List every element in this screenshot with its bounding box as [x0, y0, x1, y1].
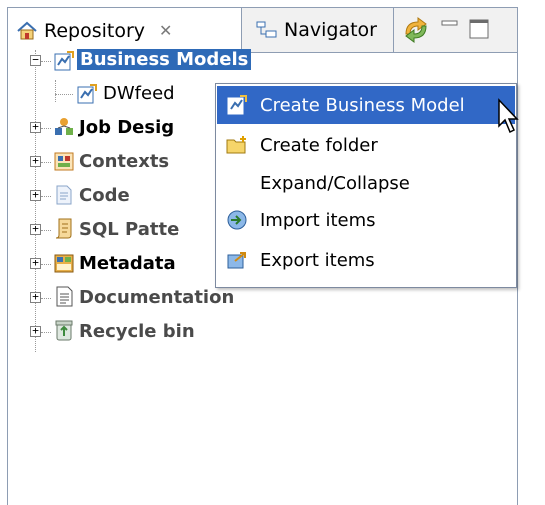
code-file-icon — [56, 185, 72, 205]
expand-toggle[interactable]: + — [30, 325, 41, 337]
tree-label-job-designs: Job Desig — [79, 117, 175, 138]
tab-navigator-label: Navigator — [284, 19, 377, 41]
menu-item-create-business-model[interactable]: Create Business Model — [217, 86, 515, 124]
tree-label-code: Code — [79, 185, 130, 206]
expand-toggle[interactable]: + — [30, 223, 41, 235]
expand-toggle[interactable]: + — [30, 155, 41, 167]
job-designs-icon — [55, 118, 73, 135]
view-toolbar — [400, 8, 492, 52]
close-icon[interactable]: ✕ — [159, 21, 172, 40]
tab-navigator[interactable]: Navigator — [242, 8, 394, 52]
recycle-bin-icon — [55, 320, 73, 341]
tree-connector-child — [55, 80, 56, 102]
menu-item-import-items[interactable]: Import items — [217, 201, 515, 239]
menu-label-export-items: Export items — [260, 249, 375, 271]
tree-label-dwfeed: DWfeed — [103, 83, 175, 104]
menu-item-create-folder[interactable]: Create folder — [217, 126, 515, 164]
view-tab-bar: Repository ✕ Navigator — [8, 8, 517, 53]
tab-repository-label: Repository — [44, 19, 146, 42]
documentation-icon — [56, 286, 73, 307]
import-icon — [227, 210, 247, 230]
tree-label-contexts: Contexts — [79, 151, 170, 172]
tree-label-documentation: Documentation — [79, 287, 235, 308]
folder-new-icon — [226, 136, 246, 154]
collapse-toggle[interactable]: − — [30, 54, 41, 66]
menu-label-import-items: Import items — [260, 209, 376, 231]
expand-toggle[interactable]: + — [30, 291, 41, 303]
menu-item-export-items[interactable]: Export items — [217, 241, 515, 279]
expand-toggle[interactable]: + — [30, 121, 41, 133]
tree-connector — [35, 50, 36, 352]
expand-toggle[interactable]: + — [30, 257, 41, 269]
contexts-icon — [54, 152, 74, 171]
sql-patterns-icon — [55, 218, 72, 239]
business-model-icon — [54, 51, 74, 71]
metadata-icon — [54, 254, 74, 273]
maximize-icon[interactable] — [466, 17, 492, 43]
tab-repository[interactable]: Repository ✕ — [8, 8, 242, 53]
menu-label-expand-collapse: Expand/Collapse — [260, 172, 410, 194]
business-model-icon — [227, 95, 247, 115]
tree-label-metadata: Metadata — [79, 253, 176, 274]
export-icon — [227, 252, 246, 269]
expand-toggle[interactable]: + — [30, 189, 41, 201]
tree-label-recycle-bin: Recycle bin — [79, 321, 195, 342]
menu-label-create-business-model: Create Business Model — [260, 94, 465, 116]
context-menu: Create Business Model Create folder Expa… — [215, 83, 517, 288]
tree-label-sql-patterns: SQL Patte — [79, 219, 180, 240]
home-icon — [17, 21, 37, 39]
minimize-icon[interactable] — [438, 18, 462, 42]
tree-label-business-models: Business Models — [77, 49, 252, 70]
menu-item-expand-collapse[interactable]: Expand/Collapse — [217, 164, 515, 202]
mouse-cursor-icon — [498, 98, 519, 134]
business-model-icon — [77, 84, 97, 104]
sync-icon[interactable] — [400, 16, 432, 44]
navigator-icon — [256, 21, 277, 38]
menu-label-create-folder: Create folder — [260, 134, 378, 156]
